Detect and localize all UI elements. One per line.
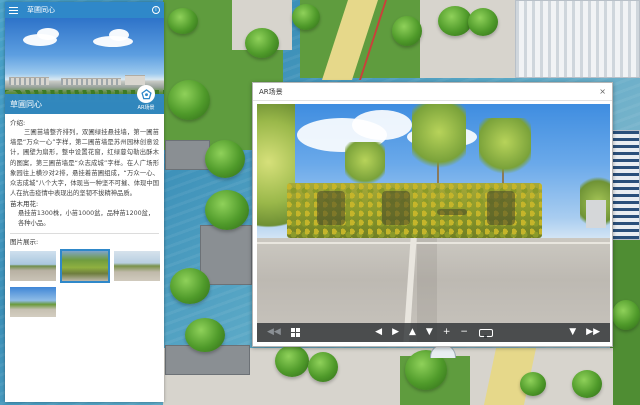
pan-right-button[interactable]: ▶	[392, 323, 399, 342]
gallery-thumbnail-2[interactable]	[60, 249, 110, 284]
planter-box	[165, 140, 210, 170]
tree	[479, 118, 531, 178]
divider	[10, 233, 159, 235]
gallery	[5, 249, 164, 318]
planter-box	[200, 225, 252, 285]
panorama-viewer[interactable]: ◀◀ ◀ ▶ ▲ ▼ + − ▼ ▶▶	[257, 104, 610, 342]
panel-body: 介绍: 三圃苗墙整齐排列，双圃绿挂悬挂墙，第一圃苗墙是“万众一心”字样，第二圃苗…	[5, 114, 164, 251]
ar-icon	[137, 85, 155, 103]
rewind-button[interactable]: ◀◀	[267, 323, 281, 342]
tree	[168, 8, 198, 34]
vr-glasses-icon[interactable]	[478, 328, 493, 338]
gallery-thumbnail-1[interactable]	[10, 251, 56, 282]
fast-forward-button[interactable]: ▶▶	[586, 323, 600, 342]
info-icon[interactable]: i	[152, 6, 160, 14]
hedge-character	[487, 191, 515, 225]
intro-text: 三圃苗墙整齐排列，双圃绿挂悬挂墙，第一圃苗墙是“万众一心”字样，第二圃苗墙是苏州…	[10, 129, 159, 198]
tree	[205, 190, 249, 230]
ar-scene-label: AR场景	[137, 105, 155, 111]
hero-photo: 草圃同心 AR场景	[5, 18, 164, 114]
hero-building	[61, 78, 121, 85]
pan-left-button[interactable]: ◀	[375, 323, 382, 342]
info-panel: 草圃同心 i 草圃同心 AR场景 介绍: 三圃苗墙整齐排列，双圃绿挂悬挂墙，第一…	[5, 2, 164, 402]
hero-building	[125, 75, 145, 85]
tree	[345, 142, 385, 188]
grid-icon[interactable]	[290, 328, 300, 337]
tree	[308, 352, 338, 382]
tree	[438, 6, 472, 36]
panel-title: 草圃同心	[27, 6, 55, 14]
pan-down-button[interactable]: ▼	[426, 323, 433, 342]
building	[515, 0, 640, 78]
hide-toolbar-button[interactable]: ▼	[569, 323, 576, 342]
gallery-thumbnail-3[interactable]	[114, 251, 160, 282]
hedge-character	[437, 209, 467, 215]
pan-up-button[interactable]: ▲	[409, 323, 416, 342]
hero-building	[9, 77, 49, 85]
tree	[292, 4, 320, 30]
tree	[520, 372, 546, 396]
tree	[168, 80, 210, 120]
tree	[612, 300, 640, 330]
panel-header: 草圃同心 i	[5, 2, 164, 18]
gallery-label: 图片展示:	[10, 238, 39, 247]
dialog-title: AR场景	[259, 87, 283, 96]
hedge-character	[317, 191, 345, 225]
close-button[interactable]: ×	[599, 87, 606, 96]
hedge-character	[382, 191, 410, 225]
intro-label: 介绍:	[10, 119, 26, 127]
tree	[468, 8, 498, 36]
tree	[205, 140, 245, 178]
ar-scene-dialog: AR场景 × ◀◀ ◀ ▶ ▲ ▼ + − ▼ ▶▶	[252, 82, 613, 347]
tree	[572, 370, 602, 398]
stats-label: 苗木用花:	[10, 200, 39, 209]
building	[586, 200, 606, 228]
green-wall	[287, 183, 542, 238]
place-name: 草圃同心	[10, 99, 42, 109]
tree	[170, 268, 210, 304]
tree	[412, 104, 466, 174]
menu-icon[interactable]	[9, 6, 18, 14]
tree	[245, 28, 279, 58]
zoom-out-button[interactable]: −	[460, 323, 468, 342]
curb-line	[257, 242, 610, 244]
building	[612, 130, 640, 240]
tree	[392, 16, 422, 46]
stats-line: 悬挂苗1300株，小苗1000盆，品种苗1200盆，各种小品。	[18, 210, 155, 228]
cloud	[109, 29, 129, 41]
tree	[275, 345, 309, 377]
cloud	[352, 110, 412, 140]
ar-scene-button[interactable]: AR场景	[134, 85, 158, 111]
stats-text: 悬挂苗1300株，小苗1000盆，品种苗1200盆，各种小品。	[10, 209, 159, 229]
dialog-header: AR场景 ×	[253, 83, 612, 101]
tree	[185, 318, 225, 352]
zoom-in-button[interactable]: +	[443, 323, 451, 342]
gallery-thumbnail-4[interactable]	[10, 287, 56, 318]
cloud	[37, 28, 59, 40]
viewer-toolbar: ◀◀ ◀ ▶ ▲ ▼ + − ▼ ▶▶	[257, 323, 610, 342]
